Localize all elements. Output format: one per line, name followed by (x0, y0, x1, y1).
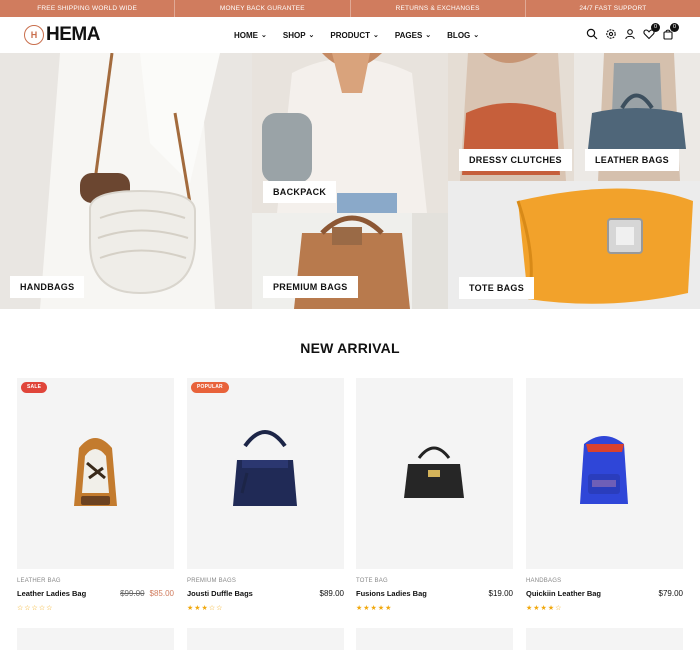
brown-backpack-image (74, 438, 117, 506)
category-label-backpack: BACKPACK (263, 181, 337, 203)
product-rating: ★★★☆☆ (187, 604, 344, 612)
star-empty-icon: ☆☆☆☆☆ (17, 605, 54, 612)
product-tag-badge: SALE (21, 382, 48, 393)
announcement-returns: RETURNS & EXCHANGES (351, 0, 526, 17)
chevron-down-icon: ⌄ (473, 32, 480, 39)
product-tag-badge: POPULAR (191, 382, 229, 393)
product-category: HANDBAGS (526, 578, 562, 584)
chevron-down-icon: ⌄ (308, 32, 315, 39)
product-card-next-row (187, 628, 344, 650)
product-info-row: Fusions Ladies Bag $19.00 (356, 589, 513, 598)
star-empty-icon: ☆ (555, 605, 563, 612)
product-name[interactable]: Quickiin Leather Bag (526, 589, 601, 598)
product-category: LEATHER BAG (17, 578, 61, 584)
product-image[interactable] (526, 378, 683, 569)
product-info-row: Leather Ladies Bag $99.00 $85.00 (17, 589, 174, 598)
site-logo[interactable]: H HEMA (24, 24, 100, 45)
category-tile-handbags[interactable]: HANDBAGS (0, 53, 252, 309)
product-category: TOTE BAG (356, 578, 388, 584)
product-card: POPULAR PREMIUM BAGS Jousti Duffle Bags … (187, 378, 344, 612)
section-title: NEW ARRIVAL (300, 340, 400, 356)
logo-text: HEMA (46, 24, 100, 45)
cart-count-badge: 0 (670, 23, 679, 32)
chevron-down-icon: ⌄ (372, 32, 379, 39)
nav-blog-label: BLOG (447, 30, 471, 40)
star-filled-icon: ★★★ (187, 605, 209, 612)
chevron-down-icon: ⌄ (261, 32, 267, 39)
product-info-row: Quickiin Leather Bag $79.00 (526, 589, 683, 598)
nav-pages[interactable]: PAGES ⌄ (395, 31, 431, 40)
category-tile-tote-bags[interactable]: TOTE BAGS (448, 181, 700, 309)
product-image[interactable] (356, 378, 513, 569)
chevron-down-icon: ⌄ (425, 32, 432, 39)
product-card-next-row (356, 628, 513, 650)
user-icon[interactable] (624, 28, 636, 40)
navy-handbag-image (233, 430, 297, 506)
settings-icon[interactable] (605, 28, 617, 40)
product-card: SALE LEATHER BAG Leather Ladies Bag $99.… (17, 378, 174, 612)
product-category: PREMIUM BAGS (187, 578, 237, 584)
nav-pages-label: PAGES (394, 30, 423, 40)
nav-shop-label: SHOP (282, 30, 306, 40)
star-filled-icon: ★★★★ (526, 605, 556, 612)
category-hero-grid: HANDBAGS BACKPACK PREMIUM BAGS DRESSY CL… (0, 53, 700, 309)
product-image[interactable]: SALE (17, 378, 174, 569)
product-name[interactable]: Leather Ladies Bag (17, 589, 86, 598)
top-announcement-bar: FREE SHIPPING WORLD WIDE MONEY BACK GURA… (0, 0, 700, 17)
product-card: TOTE BAG Fusions Ladies Bag $19.00 ★★★★★ (356, 378, 513, 612)
product-rating: ★★★★☆ (526, 604, 683, 612)
category-tile-premium-bags[interactable]: PREMIUM BAGS (252, 213, 448, 309)
search-icon[interactable] (586, 28, 598, 40)
product-sale-price: $85.00 (149, 589, 174, 598)
main-nav: HOME ⌄ SHOP ⌄ PRODUCT ⌄ PAGES ⌄ BLOG ⌄ (234, 17, 495, 53)
wishlist-icon[interactable]: 0 (643, 23, 660, 40)
nav-home-label: HOME (234, 30, 258, 40)
category-label-dressy-clutches: DRESSY CLUTCHES (459, 149, 572, 171)
product-card-next-row (526, 628, 683, 650)
handbags-photo (40, 53, 220, 309)
nav-product-label: PRODUCT (330, 30, 370, 40)
announcement-support: 24/7 FAST SUPPORT (579, 5, 647, 12)
nav-blog[interactable]: BLOG ⌄ (447, 31, 479, 40)
wishlist-count-badge: 0 (651, 23, 660, 32)
category-tile-dressy-clutches[interactable]: DRESSY CLUTCHES (448, 53, 574, 181)
blue-backpack-image (580, 436, 628, 504)
announcement-free-shipping: FREE SHIPPING WORLD WIDE (0, 0, 176, 17)
logo-mark-icon: H (24, 25, 44, 45)
product-name[interactable]: Fusions Ladies Bag (356, 589, 427, 598)
product-price: $89.00 (319, 589, 344, 598)
category-label-premium-bags: PREMIUM BAGS (263, 276, 358, 298)
category-tile-backpack[interactable]: BACKPACK (252, 53, 448, 213)
product-price: $79.00 (658, 589, 683, 598)
product-rating: ★★★★★ (356, 604, 513, 612)
category-tile-leather-bags[interactable]: LEATHER BAGS (574, 53, 700, 181)
nav-shop[interactable]: SHOP ⌄ (283, 31, 315, 40)
product-price: $19.00 (488, 589, 513, 598)
nav-product[interactable]: PRODUCT ⌄ (330, 31, 378, 40)
header-icons: 0 0 (579, 23, 679, 40)
star-empty-icon: ☆☆ (208, 605, 224, 612)
product-card-next-row (17, 628, 174, 650)
product-card: HANDBAGS Quickiin Leather Bag $79.00 ★★★… (526, 378, 683, 612)
product-info-row: Jousti Duffle Bags $89.00 (187, 589, 344, 598)
site-header: H HEMA HOME ⌄ SHOP ⌄ PRODUCT ⌄ PAGES ⌄ BLOG ⌄… (0, 17, 700, 53)
product-image[interactable]: POPULAR (187, 378, 344, 569)
category-label-tote-bags: TOTE BAGS (459, 277, 535, 299)
cart-icon[interactable]: 0 (662, 23, 679, 40)
product-rating: ☆☆☆☆☆ (17, 604, 174, 612)
nav-home[interactable]: HOME ⌄ (234, 31, 267, 40)
black-tote-image (404, 446, 464, 498)
product-price: $99.00 $85.00 (120, 589, 174, 598)
category-label-leather-bags: LEATHER BAGS (585, 149, 679, 171)
product-old-price: $99.00 (120, 589, 145, 598)
star-filled-icon: ★★★★★ (356, 605, 393, 612)
category-label-handbags: HANDBAGS (10, 276, 85, 298)
product-name[interactable]: Jousti Duffle Bags (187, 589, 253, 598)
announcement-money-back: MONEY BACK GURANTEE (175, 0, 351, 17)
